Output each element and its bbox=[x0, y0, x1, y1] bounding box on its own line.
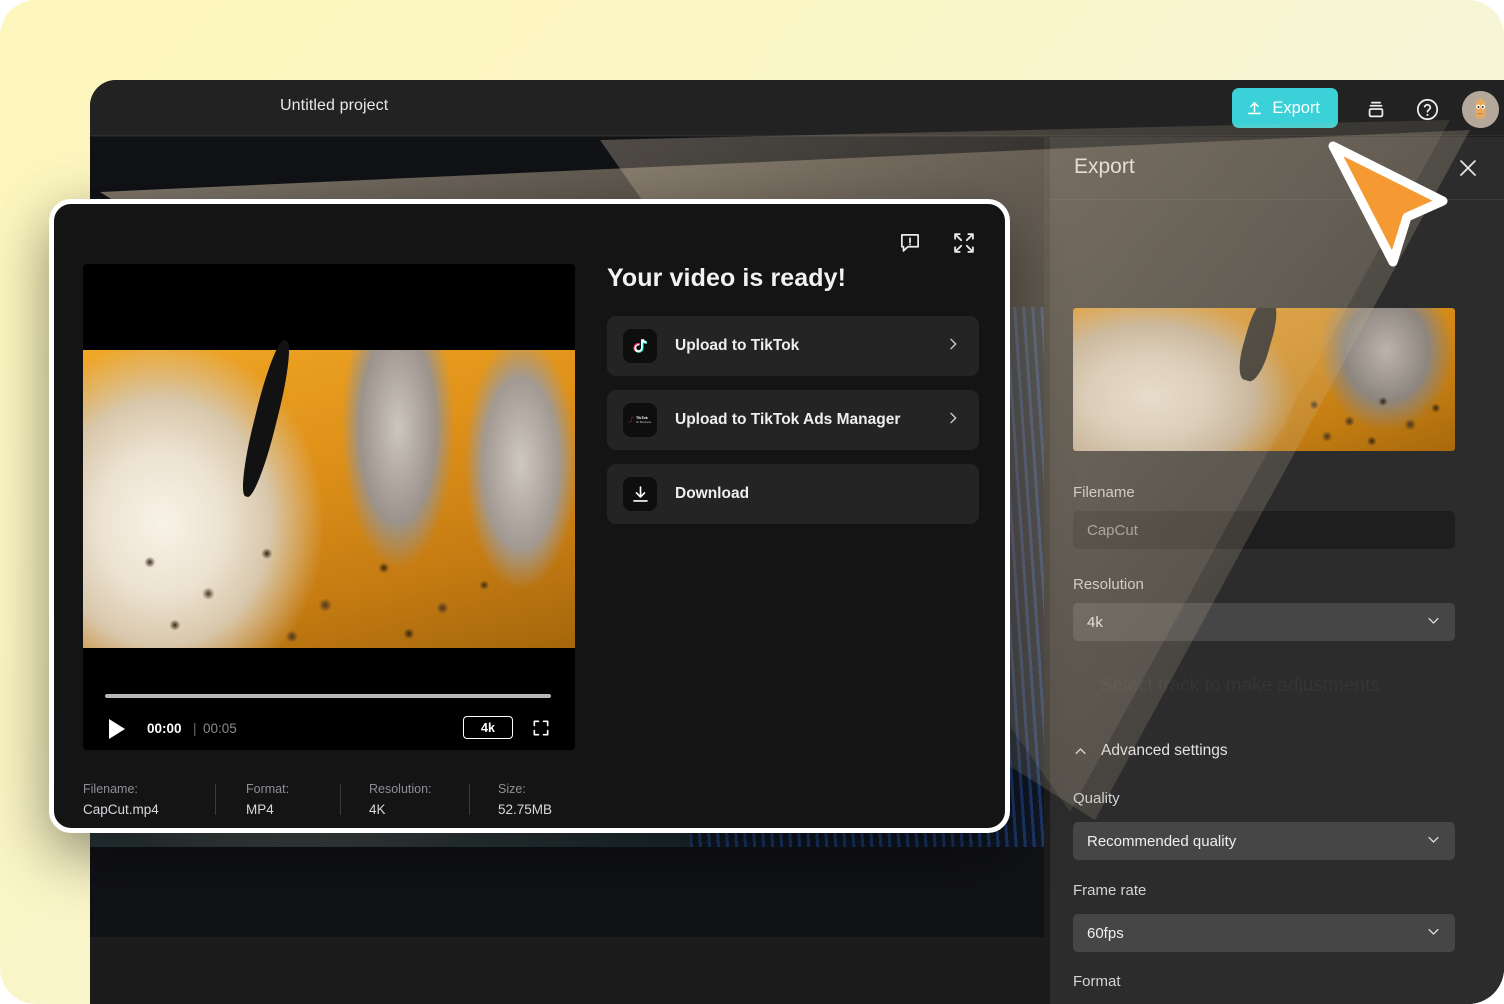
meta-filename: Filename: CapCut.mp4 bbox=[83, 782, 215, 817]
filename-input[interactable]: CapCut bbox=[1073, 511, 1455, 549]
export-panel-title: Export bbox=[1074, 155, 1135, 179]
collapse-icon[interactable] bbox=[951, 230, 979, 258]
meta-size: Size: 52.75MB bbox=[470, 782, 552, 817]
layers-icon[interactable] bbox=[1361, 94, 1391, 124]
coffee-beans-shape bbox=[108, 505, 526, 648]
export-metadata: Filename: CapCut.mp4 Format: MP4 Resolut… bbox=[83, 782, 583, 817]
player-controls: 00:00 | 00:05 4k bbox=[83, 710, 575, 750]
play-icon[interactable] bbox=[107, 718, 129, 740]
video-preview: 00:00 | 00:05 4k bbox=[83, 264, 575, 750]
upload-to-tiktok-button[interactable]: Upload to TikTok bbox=[607, 316, 979, 376]
download-icon bbox=[623, 477, 657, 511]
resolution-value: 4k bbox=[1087, 614, 1103, 631]
meta-key: Filename: bbox=[83, 782, 215, 796]
meta-value: 52.75MB bbox=[498, 802, 552, 817]
quality-label: Quality bbox=[1073, 790, 1120, 807]
quality-badge[interactable]: 4k bbox=[463, 716, 513, 739]
filename-label: Filename bbox=[1073, 484, 1135, 501]
meta-format: Format: MP4 bbox=[216, 782, 340, 817]
upload-to-tiktok-ads-manager-button[interactable]: TikTok for Business Upload to TikTok Ads… bbox=[607, 390, 979, 450]
resolution-label: Resolution bbox=[1073, 576, 1144, 593]
report-issue-icon[interactable] bbox=[897, 230, 925, 258]
meta-value: 4K bbox=[369, 802, 469, 817]
export-panel-header: Export bbox=[1050, 137, 1504, 200]
svg-text:TikTok: TikTok bbox=[636, 416, 649, 420]
kettle-handle-shape bbox=[236, 338, 296, 499]
meta-resolution: Resolution: 4K bbox=[341, 782, 469, 817]
framerate-label: Frame rate bbox=[1073, 882, 1146, 899]
export-success-modal: 00:00 | 00:05 4k Filename: CapCut.mp4 Fo… bbox=[49, 199, 1010, 833]
meta-value: MP4 bbox=[246, 802, 340, 817]
export-button-label: Export bbox=[1272, 99, 1320, 118]
export-panel: Export Select track to make adjustments … bbox=[1050, 137, 1504, 1004]
close-icon[interactable] bbox=[1454, 154, 1482, 182]
meta-key: Resolution: bbox=[369, 782, 469, 796]
meta-value: CapCut.mp4 bbox=[83, 802, 215, 817]
time-separator: | bbox=[193, 721, 197, 736]
svg-text:for Business: for Business bbox=[636, 420, 652, 424]
action-label: Download bbox=[675, 485, 749, 503]
resolution-select[interactable]: 4k bbox=[1073, 603, 1455, 641]
chevron-right-icon bbox=[945, 410, 961, 431]
progress-bar[interactable] bbox=[105, 694, 551, 698]
current-time: 00:00 bbox=[147, 721, 182, 736]
total-time: 00:05 bbox=[203, 721, 237, 736]
project-title: Untitled project bbox=[280, 97, 388, 115]
modal-title: Your video is ready! bbox=[607, 264, 981, 293]
advanced-settings-toggle[interactable]: Advanced settings bbox=[1073, 742, 1228, 760]
meta-key: Size: bbox=[498, 782, 552, 796]
fullscreen-icon[interactable] bbox=[531, 718, 553, 740]
preview-frame-image bbox=[83, 350, 575, 648]
chevron-down-icon bbox=[1426, 924, 1441, 943]
avatar[interactable] bbox=[1462, 91, 1499, 128]
modal-right-column: Your video is ready! Upload to TikTok bbox=[607, 264, 981, 538]
export-button[interactable]: Export bbox=[1232, 88, 1338, 128]
chevron-up-icon bbox=[1073, 744, 1088, 759]
quality-select[interactable]: Recommended quality bbox=[1073, 822, 1455, 860]
upload-icon bbox=[1246, 100, 1263, 117]
tiktok-icon bbox=[623, 329, 657, 363]
framerate-select[interactable]: 60fps bbox=[1073, 914, 1455, 952]
advanced-settings-label: Advanced settings bbox=[1101, 742, 1228, 760]
page-root: Untitled project Export bbox=[0, 0, 1504, 1004]
action-label: Upload to TikTok Ads Manager bbox=[675, 411, 900, 429]
filename-value: CapCut bbox=[1087, 522, 1138, 539]
chevron-right-icon bbox=[945, 336, 961, 357]
action-label: Upload to TikTok bbox=[675, 337, 799, 355]
format-label: Format bbox=[1073, 973, 1121, 990]
help-circle-icon[interactable] bbox=[1412, 94, 1442, 124]
chevron-down-icon bbox=[1426, 832, 1441, 851]
meta-key: Format: bbox=[246, 782, 340, 796]
chevron-down-icon bbox=[1426, 613, 1441, 632]
quality-value: Recommended quality bbox=[1087, 833, 1236, 850]
tiktok-business-icon: TikTok for Business bbox=[623, 403, 657, 437]
export-thumbnail bbox=[1073, 308, 1455, 451]
top-bar: Untitled project Export bbox=[90, 80, 1504, 136]
stage-hint-text: Select track to make adjustments bbox=[1100, 675, 1500, 697]
framerate-value: 60fps bbox=[1087, 925, 1124, 942]
download-button[interactable]: Download bbox=[607, 464, 979, 524]
